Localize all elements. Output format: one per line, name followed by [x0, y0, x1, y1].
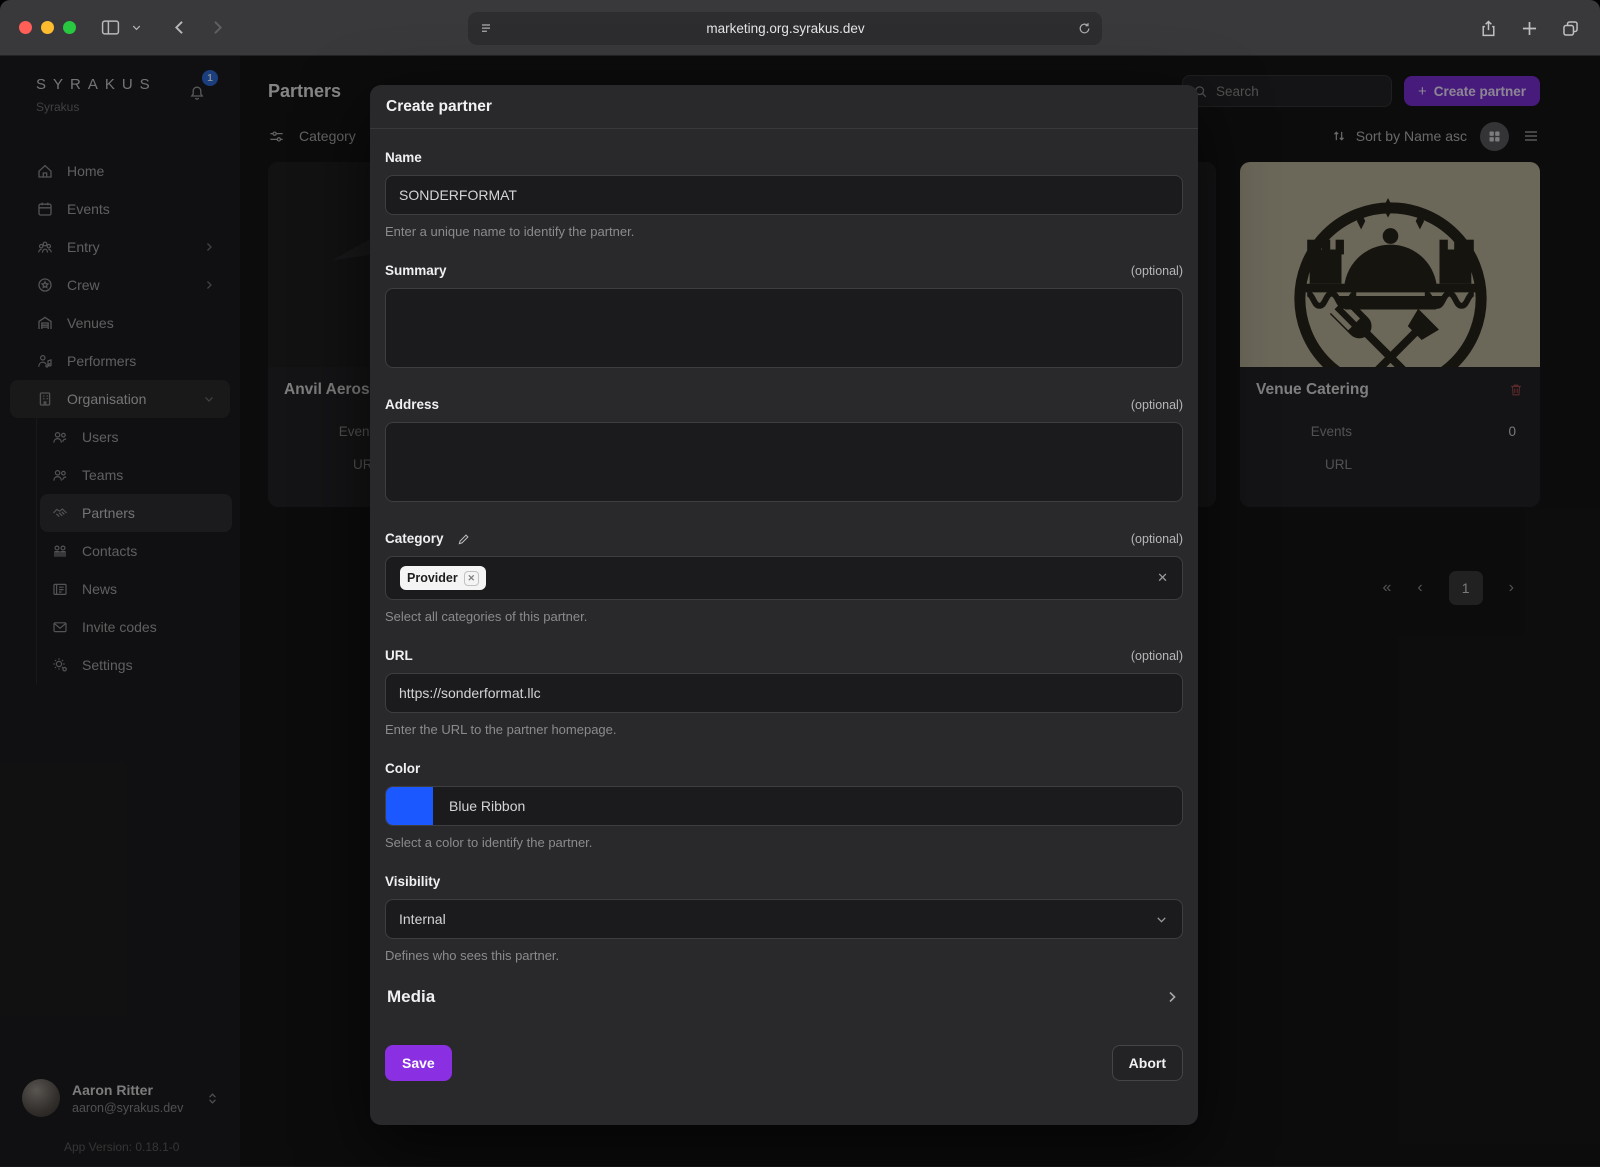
color-name: Blue Ribbon	[449, 798, 525, 814]
color-field-group: Color Blue Ribbon Select a color to iden…	[385, 761, 1183, 850]
summary-label: Summary	[385, 263, 447, 278]
new-tab-icon[interactable]	[1519, 18, 1539, 38]
create-partner-modal: Create partner Name Enter a unique name …	[370, 85, 1198, 1125]
visibility-field-group: Visibility Internal Defines who sees thi…	[385, 874, 1183, 963]
optional-badge: (optional)	[1131, 649, 1183, 663]
zoom-window-button[interactable]	[63, 21, 76, 34]
sidebar-toggle-icon[interactable]	[100, 18, 120, 38]
url-text[interactable]: marketing.org.syrakus.dev	[494, 21, 1077, 36]
abort-button[interactable]: Abort	[1112, 1045, 1183, 1081]
modal-header: Create partner	[370, 85, 1198, 129]
category-chip-provider: Provider ✕	[400, 566, 486, 590]
visibility-select[interactable]: Internal	[385, 899, 1183, 939]
color-picker[interactable]: Blue Ribbon	[385, 786, 1183, 826]
chip-label: Provider	[407, 571, 458, 585]
optional-badge: (optional)	[1131, 532, 1183, 546]
address-field-group: Address (optional)	[385, 397, 1183, 507]
summary-field-group: Summary (optional)	[385, 263, 1183, 373]
category-label: Category	[385, 531, 444, 546]
tab-overview-icon[interactable]	[1560, 18, 1580, 38]
color-help: Select a color to identify the partner.	[385, 835, 1183, 850]
address-label: Address	[385, 397, 439, 412]
refresh-icon[interactable]	[1077, 21, 1092, 36]
name-label: Name	[385, 150, 422, 165]
pencil-icon[interactable]	[457, 532, 471, 546]
save-button[interactable]: Save	[385, 1045, 452, 1081]
color-swatch[interactable]	[386, 787, 433, 825]
name-input[interactable]	[385, 175, 1183, 215]
address-bar[interactable]: marketing.org.syrakus.dev	[468, 12, 1102, 45]
url-input[interactable]	[385, 673, 1183, 713]
traffic-lights	[19, 21, 76, 34]
color-label: Color	[385, 761, 420, 776]
category-multiselect[interactable]: Provider ✕ ✕	[385, 556, 1183, 600]
close-window-button[interactable]	[19, 21, 32, 34]
url-field-group: URL (optional) Enter the URL to the part…	[385, 648, 1183, 737]
visibility-value: Internal	[399, 911, 446, 927]
back-button[interactable]	[169, 18, 189, 38]
chevron-right-icon	[1163, 988, 1181, 1006]
address-textarea[interactable]	[385, 422, 1183, 502]
media-heading: Media	[387, 987, 435, 1007]
minimize-window-button[interactable]	[41, 21, 54, 34]
visibility-help: Defines who sees this partner.	[385, 948, 1183, 963]
chevron-down-icon[interactable]	[130, 18, 143, 38]
url-label: URL	[385, 648, 413, 663]
forward-button[interactable]	[207, 18, 227, 38]
browser-chrome: marketing.org.syrakus.dev	[0, 0, 1600, 56]
url-help: Enter the URL to the partner homepage.	[385, 722, 1183, 737]
browser-window: marketing.org.syrakus.dev SYRAKUS Syraku…	[0, 0, 1600, 1167]
media-section-toggle[interactable]: Media	[387, 987, 1181, 1007]
name-field-group: Name Enter a unique name to identify the…	[385, 150, 1183, 239]
chip-remove-icon[interactable]: ✕	[464, 571, 479, 586]
visibility-label: Visibility	[385, 874, 440, 889]
optional-badge: (optional)	[1131, 398, 1183, 412]
category-help: Select all categories of this partner.	[385, 609, 1183, 624]
clear-categories-icon[interactable]: ✕	[1157, 570, 1168, 586]
name-help: Enter a unique name to identify the part…	[385, 224, 1183, 239]
optional-badge: (optional)	[1131, 264, 1183, 278]
summary-textarea[interactable]	[385, 288, 1183, 368]
modal-title: Create partner	[386, 98, 492, 115]
reader-icon[interactable]	[478, 21, 494, 37]
share-icon[interactable]	[1478, 18, 1498, 38]
chevron-down-icon	[1154, 912, 1169, 927]
category-field-group: Category (optional) Provider ✕ ✕ Select …	[385, 531, 1183, 624]
